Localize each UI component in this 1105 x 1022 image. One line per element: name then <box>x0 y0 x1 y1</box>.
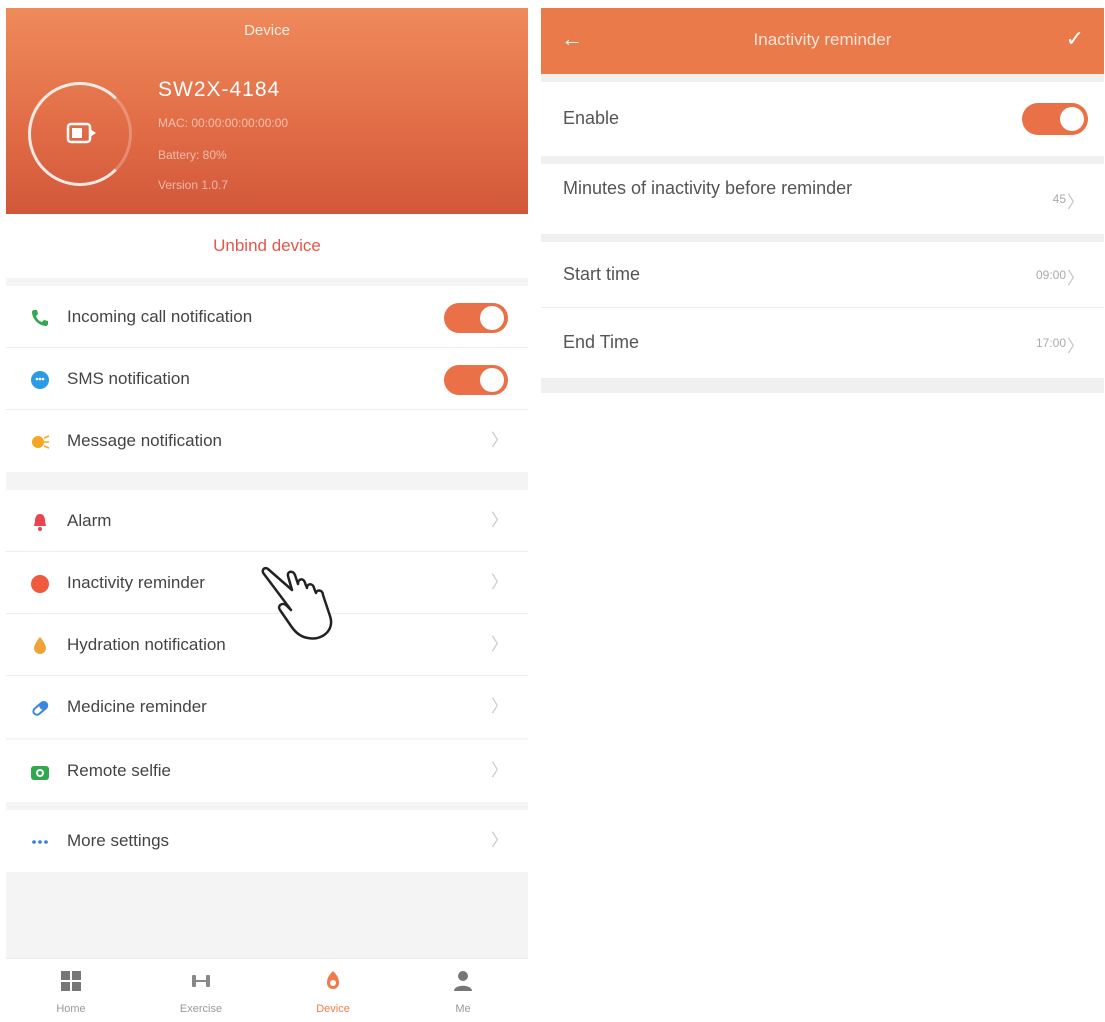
device-header: Device SW2X-4184 MAC: 00:00:00:00:00:00 … <box>6 8 528 214</box>
chevron-right-icon: 〉 <box>1067 193 1084 212</box>
row-label: Enable <box>563 108 620 128</box>
tap-hand-icon <box>261 566 333 640</box>
tab-device[interactable]: Device <box>268 959 398 1022</box>
sms-icon <box>31 371 49 389</box>
page-title: Device <box>244 22 290 39</box>
chevron-right-icon: 〉 <box>491 573 508 592</box>
hydration-icon <box>34 637 46 654</box>
device-info-line: MAC: 00:00:00:00:00:00 <box>158 116 289 130</box>
incoming-call-toggle[interactable] <box>444 303 508 333</box>
chevron-right-icon: 〉 <box>491 431 508 450</box>
tab-label: Me <box>455 1003 471 1015</box>
row-label: Minutes of inactivity before reminder <box>563 178 853 198</box>
row-end-time[interactable]: End Time 17:00 〉 <box>541 308 1104 378</box>
chevron-right-icon: 〉 <box>491 697 508 716</box>
row-start-time[interactable]: Start time 09:00 〉 <box>541 242 1104 308</box>
row-remote-selfie[interactable]: Remote selfie 〉 <box>6 740 528 802</box>
enable-toggle[interactable] <box>1022 103 1088 135</box>
message-icon <box>32 435 50 449</box>
device-info-line: Version 1.0.7 <box>158 178 229 192</box>
tab-label: Device <box>316 1003 350 1015</box>
battery-icon <box>66 122 96 144</box>
row-label: Remote selfie <box>67 761 171 780</box>
more-dots-icon <box>32 840 48 844</box>
tab-home[interactable]: Home <box>6 959 136 1022</box>
row-label: Medicine reminder <box>67 697 207 716</box>
inactivity-header: ← Inactivity reminder ✓ <box>541 8 1104 74</box>
row-sms[interactable]: SMS notification <box>6 348 528 410</box>
tab-label: Exercise <box>179 1003 223 1015</box>
chevron-right-icon: 〉 <box>1067 269 1084 288</box>
chevron-right-icon: 〉 <box>491 761 508 780</box>
inactivity-reminder-screen: ← Inactivity reminder ✓ Enable Minutes o… <box>541 8 1104 393</box>
device-name: SW2X-4184 <box>158 78 281 101</box>
watch-icon <box>327 971 339 989</box>
bottom-tab-bar: Home Exercise Device Me <box>6 958 528 1022</box>
camera-group: Remote selfie 〉 <box>6 740 528 802</box>
row-message[interactable]: Message notification 〉 <box>6 410 528 472</box>
dumbbell-icon <box>192 975 210 987</box>
grid-icon <box>61 971 81 991</box>
camera-icon <box>31 766 49 780</box>
notification-group: Incoming call notification SMS notificat… <box>6 286 528 472</box>
confirm-check-icon[interactable]: ✓ <box>1066 26 1084 52</box>
device-screen: Device SW2X-4184 MAC: 00:00:00:00:00:00 … <box>6 8 528 1022</box>
row-label: Message notification <box>67 431 222 450</box>
row-incoming-call[interactable]: Incoming call notification <box>6 286 528 348</box>
row-label: End Time <box>563 332 640 352</box>
row-label: Hydration notification <box>67 635 226 654</box>
chevron-right-icon: 〉 <box>1067 337 1084 356</box>
start-time-value: 09:00 <box>1035 268 1066 282</box>
chevron-right-icon: 〉 <box>491 635 508 654</box>
phone-icon <box>32 310 48 326</box>
row-label: Start time <box>563 264 641 284</box>
row-more-settings[interactable]: More settings 〉 <box>6 810 528 872</box>
unbind-device-button[interactable]: Unbind device <box>6 214 528 278</box>
pill-icon <box>32 700 49 716</box>
chevron-right-icon: 〉 <box>491 831 508 850</box>
minutes-value: 45 <box>1052 192 1066 206</box>
tab-exercise[interactable]: Exercise <box>136 959 266 1022</box>
row-minutes[interactable]: Minutes of inactivity before reminder 45… <box>541 164 1104 234</box>
end-time-value: 17:00 <box>1035 336 1066 350</box>
page-title: Inactivity reminder <box>753 30 892 49</box>
row-enable[interactable]: Enable <box>541 82 1104 156</box>
row-medicine[interactable]: Medicine reminder 〉 <box>6 676 528 738</box>
sms-toggle[interactable] <box>444 365 508 395</box>
alarm-icon <box>34 514 46 531</box>
tab-label: Home <box>56 1003 86 1015</box>
person-icon <box>454 971 472 991</box>
device-info-line: Battery: 80% <box>158 148 227 162</box>
tab-me[interactable]: Me <box>398 959 528 1022</box>
row-label: SMS notification <box>67 369 190 388</box>
more-group: More settings 〉 <box>6 810 528 872</box>
row-label: More settings <box>67 831 170 850</box>
row-label: Inactivity reminder <box>67 573 205 592</box>
chevron-right-icon: 〉 <box>491 511 508 530</box>
row-alarm[interactable]: Alarm 〉 <box>6 490 528 552</box>
inactivity-icon <box>31 575 49 593</box>
row-label: Alarm <box>67 511 112 530</box>
row-label: Incoming call notification <box>67 307 253 326</box>
